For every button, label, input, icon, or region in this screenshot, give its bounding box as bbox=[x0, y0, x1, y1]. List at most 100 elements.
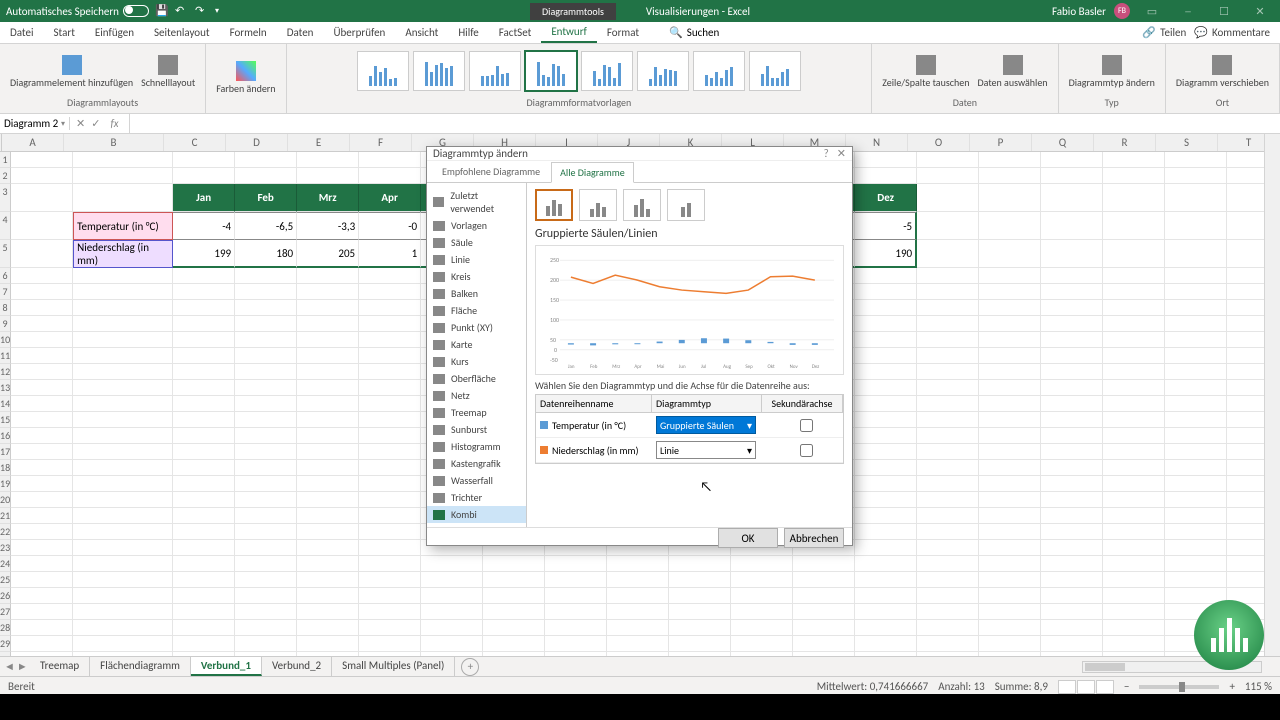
cell[interactable] bbox=[855, 620, 917, 636]
cell[interactable] bbox=[917, 212, 979, 240]
cell[interactable] bbox=[1041, 396, 1103, 412]
cell[interactable] bbox=[979, 444, 1041, 460]
menu-datei[interactable]: Datei bbox=[0, 22, 44, 43]
ok-button[interactable]: OK bbox=[718, 528, 778, 548]
cell[interactable] bbox=[1041, 620, 1103, 636]
cell[interactable] bbox=[11, 540, 73, 556]
sheet-nav-prev-icon[interactable]: ◄ bbox=[4, 660, 15, 673]
row-header-16[interactable]: 16 bbox=[0, 428, 11, 444]
cell[interactable] bbox=[1165, 332, 1227, 348]
cell[interactable]: Niederschlag (in mm) bbox=[73, 240, 173, 268]
cell[interactable] bbox=[979, 636, 1041, 652]
cancel-formula-icon[interactable]: ✕ bbox=[76, 117, 85, 130]
cell[interactable] bbox=[235, 316, 297, 332]
cell[interactable] bbox=[359, 412, 421, 428]
cell[interactable] bbox=[359, 396, 421, 412]
chart-category-list[interactable]: Zuletzt verwendetVorlagenSäuleLinieKreis… bbox=[427, 183, 527, 527]
menu-hilfe[interactable]: Hilfe bbox=[448, 22, 488, 43]
row-header-22[interactable]: 22 bbox=[0, 524, 11, 540]
cell[interactable] bbox=[979, 348, 1041, 364]
cell[interactable] bbox=[73, 268, 173, 284]
cell[interactable] bbox=[173, 476, 235, 492]
cell[interactable] bbox=[359, 168, 421, 184]
cell[interactable] bbox=[359, 152, 421, 168]
row-header-24[interactable]: 24 bbox=[0, 556, 11, 572]
zoom-slider[interactable] bbox=[1139, 685, 1219, 689]
cell[interactable] bbox=[297, 588, 359, 604]
cell[interactable] bbox=[1165, 268, 1227, 284]
cell[interactable] bbox=[1165, 492, 1227, 508]
cell[interactable] bbox=[235, 348, 297, 364]
col-header-F[interactable]: F bbox=[350, 134, 412, 151]
cell[interactable] bbox=[855, 604, 917, 620]
menu-format[interactable]: Format bbox=[597, 22, 649, 43]
combo-subtype-4[interactable] bbox=[667, 189, 705, 221]
row-header-15[interactable]: 15 bbox=[0, 412, 11, 428]
category-sule[interactable]: Säule bbox=[427, 234, 526, 251]
minimize-icon[interactable]: ─ bbox=[1174, 0, 1202, 22]
cell[interactable] bbox=[855, 380, 917, 396]
cell[interactable] bbox=[173, 268, 235, 284]
cell[interactable] bbox=[545, 604, 607, 620]
cell[interactable] bbox=[359, 508, 421, 524]
cell[interactable] bbox=[793, 556, 855, 572]
cell[interactable] bbox=[1165, 316, 1227, 332]
cell[interactable] bbox=[11, 168, 73, 184]
cell[interactable] bbox=[359, 348, 421, 364]
series-type-dropdown[interactable]: Linie ▾ bbox=[656, 441, 756, 459]
cell[interactable] bbox=[1165, 300, 1227, 316]
zoom-level[interactable]: 115 % bbox=[1245, 680, 1272, 693]
col-header-N[interactable]: N bbox=[846, 134, 908, 151]
cell[interactable] bbox=[73, 460, 173, 476]
cell[interactable] bbox=[793, 588, 855, 604]
cell[interactable] bbox=[855, 152, 917, 168]
cell[interactable] bbox=[235, 476, 297, 492]
cell[interactable] bbox=[1103, 428, 1165, 444]
cell[interactable] bbox=[297, 380, 359, 396]
row-header-3[interactable]: 3 bbox=[0, 184, 11, 212]
menu-seitenlayout[interactable]: Seitenlayout bbox=[144, 22, 220, 43]
dialog-close-icon[interactable]: ✕ bbox=[837, 147, 846, 160]
sheet-tab-treemap[interactable]: Treemap bbox=[30, 657, 90, 676]
secondary-axis-checkbox[interactable] bbox=[800, 444, 813, 457]
cell[interactable] bbox=[1041, 348, 1103, 364]
cell[interactable] bbox=[235, 444, 297, 460]
autosave-toggle[interactable]: Automatisches Speichern bbox=[6, 5, 149, 18]
sheet-nav-next-icon[interactable]: ► bbox=[17, 660, 28, 673]
cell[interactable] bbox=[979, 460, 1041, 476]
cell[interactable] bbox=[1165, 540, 1227, 556]
cell[interactable] bbox=[607, 572, 669, 588]
cell[interactable] bbox=[917, 444, 979, 460]
row-header-1[interactable]: 1 bbox=[0, 152, 11, 168]
category-vorlagen[interactable]: Vorlagen bbox=[427, 217, 526, 234]
cell[interactable] bbox=[855, 168, 917, 184]
cell[interactable] bbox=[359, 604, 421, 620]
cell[interactable] bbox=[297, 152, 359, 168]
cell[interactable] bbox=[1041, 268, 1103, 284]
cell[interactable] bbox=[173, 444, 235, 460]
cell[interactable] bbox=[173, 348, 235, 364]
cell[interactable] bbox=[297, 540, 359, 556]
cell[interactable] bbox=[979, 556, 1041, 572]
cell[interactable] bbox=[297, 572, 359, 588]
cell[interactable] bbox=[607, 604, 669, 620]
sheet-tab-verbund1[interactable]: Verbund_1 bbox=[191, 657, 262, 676]
col-header-B[interactable]: B bbox=[64, 134, 164, 151]
new-sheet-button[interactable]: + bbox=[461, 658, 479, 676]
cell[interactable] bbox=[1041, 492, 1103, 508]
user-avatar[interactable]: FB bbox=[1114, 3, 1130, 19]
cell[interactable] bbox=[11, 508, 73, 524]
cell[interactable] bbox=[1041, 444, 1103, 460]
cell[interactable] bbox=[1103, 524, 1165, 540]
cell[interactable] bbox=[173, 168, 235, 184]
cell[interactable] bbox=[297, 556, 359, 572]
cell[interactable] bbox=[173, 604, 235, 620]
cell[interactable] bbox=[359, 476, 421, 492]
cell[interactable] bbox=[917, 588, 979, 604]
cell[interactable] bbox=[11, 620, 73, 636]
cell[interactable] bbox=[1041, 572, 1103, 588]
cell[interactable] bbox=[1165, 508, 1227, 524]
cell[interactable] bbox=[297, 348, 359, 364]
cell[interactable] bbox=[855, 332, 917, 348]
cell[interactable] bbox=[297, 332, 359, 348]
